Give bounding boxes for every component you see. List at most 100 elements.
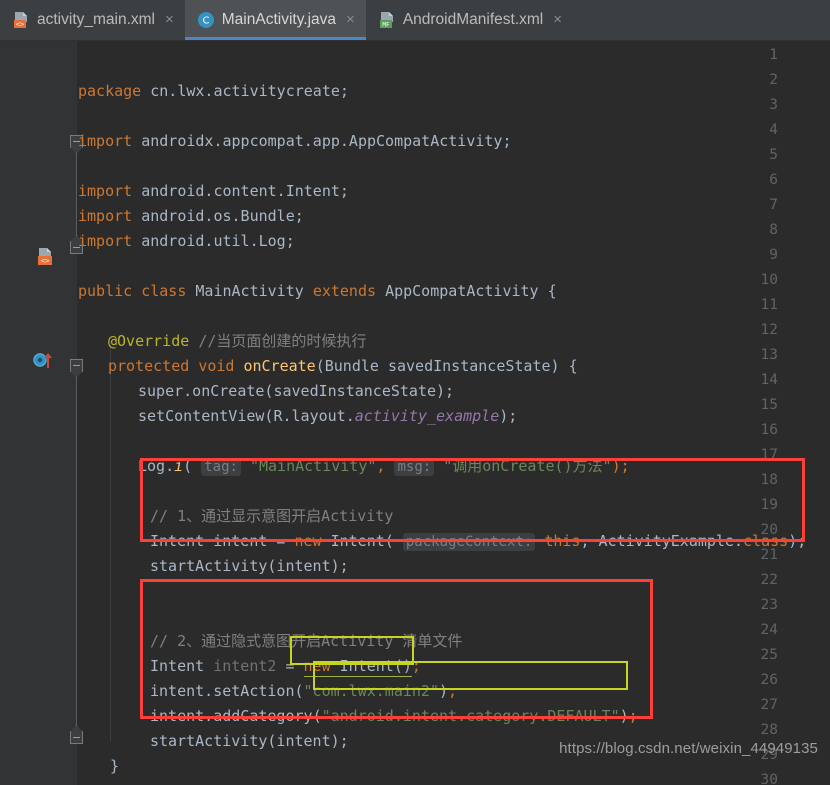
open-paren: ( bbox=[294, 682, 304, 700]
open-paren: ( bbox=[312, 707, 322, 725]
method-name-oncreate: onCreate bbox=[243, 357, 316, 375]
method-signature: (Bundle savedInstanceState) { bbox=[315, 357, 578, 375]
code-line-6: import android.os.Bundle; bbox=[78, 204, 304, 229]
log-message-string: "调用onCreate()方法" bbox=[443, 457, 612, 475]
tab-activity-main-xml[interactable]: <> activity_main.xml × bbox=[0, 0, 185, 40]
param-hint-tag: tag: bbox=[201, 458, 241, 476]
tab-label: MainActivity.java bbox=[221, 11, 337, 28]
log-method-i: i bbox=[174, 457, 184, 475]
class-name: MainActivity bbox=[195, 282, 304, 300]
intent-close: ); bbox=[788, 532, 807, 550]
intent2-constructor: Intent() bbox=[330, 657, 412, 675]
code-line-5: import android.content.Intent; bbox=[78, 179, 349, 204]
setaction-call: intent.setAction bbox=[150, 682, 295, 700]
keyword-class: class bbox=[743, 532, 789, 550]
svg-text:<>: <> bbox=[16, 21, 24, 29]
svg-text:C: C bbox=[202, 16, 209, 27]
import-log: android.util.Log; bbox=[132, 232, 295, 250]
package-name: cn.lwx.activitycreate; bbox=[141, 82, 349, 100]
keyword-public: public bbox=[78, 282, 133, 300]
log-open-paren: ( bbox=[183, 457, 202, 475]
close-icon[interactable]: × bbox=[551, 10, 564, 30]
tab-label: activity_main.xml bbox=[37, 11, 155, 28]
import-appcompat: androidx.appcompat.app.AppCompatActivity… bbox=[132, 132, 512, 150]
keyword-void: void bbox=[198, 357, 235, 375]
keyword-this: this bbox=[544, 532, 581, 550]
tab-mainactivity-java[interactable]: C MainActivity.java × bbox=[184, 0, 366, 40]
intent2-variable: intent2 bbox=[213, 657, 277, 675]
layout-resource-name: activity_example bbox=[354, 407, 500, 425]
watermark-url: https://blog.csdn.net/weixin_44949135 bbox=[559, 740, 818, 757]
assignment-operator: = bbox=[276, 657, 304, 675]
intent-constructor: Intent( bbox=[321, 532, 403, 550]
intent2-type: Intent bbox=[150, 657, 214, 675]
setcontentview-close: ); bbox=[499, 407, 518, 425]
semicolon: ; bbox=[628, 707, 638, 725]
comment-override: //当页面创建的时候执行 bbox=[198, 332, 367, 350]
code-line-12: protected void onCreate(Bundle savedInst… bbox=[108, 354, 578, 379]
log-tag-string: "MainActivity" bbox=[249, 457, 377, 475]
code-line-25: intent.setAction("com.lwx.main2"); bbox=[150, 679, 457, 704]
android-manifest-icon: MF bbox=[378, 11, 396, 29]
keyword-extends: extends bbox=[312, 282, 377, 300]
java-class-icon: C bbox=[197, 11, 215, 29]
code-line-23: // 2、通过隐式意图开启Activity 清单文件 bbox=[150, 629, 462, 654]
close-paren: ) bbox=[439, 682, 449, 700]
import-intent: android.content.Intent; bbox=[132, 182, 349, 200]
keyword-new: new bbox=[303, 657, 331, 675]
superclass-name: AppCompatActivity { bbox=[385, 282, 557, 300]
code-line-7: import android.util.Log; bbox=[78, 229, 295, 254]
comment-implicit-intent: // 2、通过隐式意图开启Activity 清单文件 bbox=[150, 632, 463, 650]
start-activity-call: startActivity(intent); bbox=[150, 732, 349, 750]
start-activity-call: startActivity(intent); bbox=[150, 557, 349, 575]
param-hint-msg: msg: bbox=[394, 458, 435, 476]
code-line-24: Intent intent2 = new Intent(); bbox=[150, 654, 421, 679]
close-icon[interactable]: × bbox=[163, 10, 176, 30]
addcategory-argument-string: "android.intent.category.DEFAULT" bbox=[321, 707, 620, 725]
code-line-3: import androidx.appcompat.app.AppCompatA… bbox=[78, 129, 511, 154]
editor-tab-bar: <> activity_main.xml × C MainActivity.ja… bbox=[0, 0, 830, 41]
tab-label: AndroidManifest.xml bbox=[402, 11, 544, 28]
code-line-18: // 1、通过显示意图开启Activity bbox=[150, 504, 393, 529]
param-hint-packagecontext: packageContext: bbox=[402, 533, 536, 551]
code-line-26: intent.addCategory("android.intent.categ… bbox=[150, 704, 638, 729]
setcontentview-call: setContentView(R.layout. bbox=[138, 407, 355, 425]
keyword-import: import bbox=[78, 182, 133, 200]
code-line-13: super.onCreate(savedInstanceState); bbox=[138, 379, 454, 404]
comment-explicit-intent: // 1、通过显示意图开启Activity bbox=[150, 507, 394, 525]
code-line-9: public class MainActivity extends AppCom… bbox=[78, 279, 557, 304]
code-line-19: Intent intent = new Intent( packageConte… bbox=[150, 529, 806, 554]
code-line-27: startActivity(intent); bbox=[150, 729, 349, 754]
code-line-28: } bbox=[110, 754, 119, 779]
code-line-14: setContentView(R.layout.activity_example… bbox=[138, 404, 517, 429]
tab-androidmanifest-xml[interactable]: MF AndroidManifest.xml × bbox=[366, 0, 573, 40]
semicolon: ; bbox=[411, 657, 421, 675]
close-icon[interactable]: × bbox=[344, 10, 357, 30]
keyword-protected: protected bbox=[108, 357, 190, 375]
log-object: Log. bbox=[138, 457, 175, 475]
keyword-import: import bbox=[78, 232, 133, 250]
closing-brace: } bbox=[110, 757, 120, 775]
intent-second-arg: , ActivityExample. bbox=[580, 532, 744, 550]
keyword-import: import bbox=[78, 207, 133, 225]
svg-text:MF: MF bbox=[382, 22, 390, 29]
log-close: ); bbox=[611, 457, 630, 475]
code-line-20: startActivity(intent); bbox=[150, 554, 349, 579]
code-line-11: @Override //当页面创建的时候执行 bbox=[108, 329, 366, 354]
annotation-override: @Override bbox=[108, 332, 190, 350]
code-content[interactable]: package cn.lwx.activitycreate; import an… bbox=[0, 41, 830, 785]
keyword-new: new bbox=[294, 532, 322, 550]
code-editor[interactable]: 1 2 3 4 5 6 7 8 9 10 11 12 13 14 15 16 1… bbox=[0, 41, 830, 785]
close-paren: ) bbox=[619, 707, 629, 725]
import-bundle: android.os.Bundle; bbox=[132, 207, 304, 225]
intent-declaration: Intent intent = bbox=[150, 532, 295, 550]
keyword-class: class bbox=[141, 282, 187, 300]
keyword-import: import bbox=[78, 132, 133, 150]
code-line-16: Log.i( tag: "MainActivity", msg: "调用onCr… bbox=[138, 454, 630, 479]
keyword-package: package bbox=[78, 82, 142, 100]
setaction-argument-string: "com.lwx.main2" bbox=[303, 682, 439, 700]
android-layout-xml-icon: <> bbox=[12, 11, 30, 29]
semicolon: ; bbox=[448, 682, 458, 700]
addcategory-call: intent.addCategory bbox=[150, 707, 313, 725]
code-line-1: package cn.lwx.activitycreate; bbox=[78, 79, 349, 104]
